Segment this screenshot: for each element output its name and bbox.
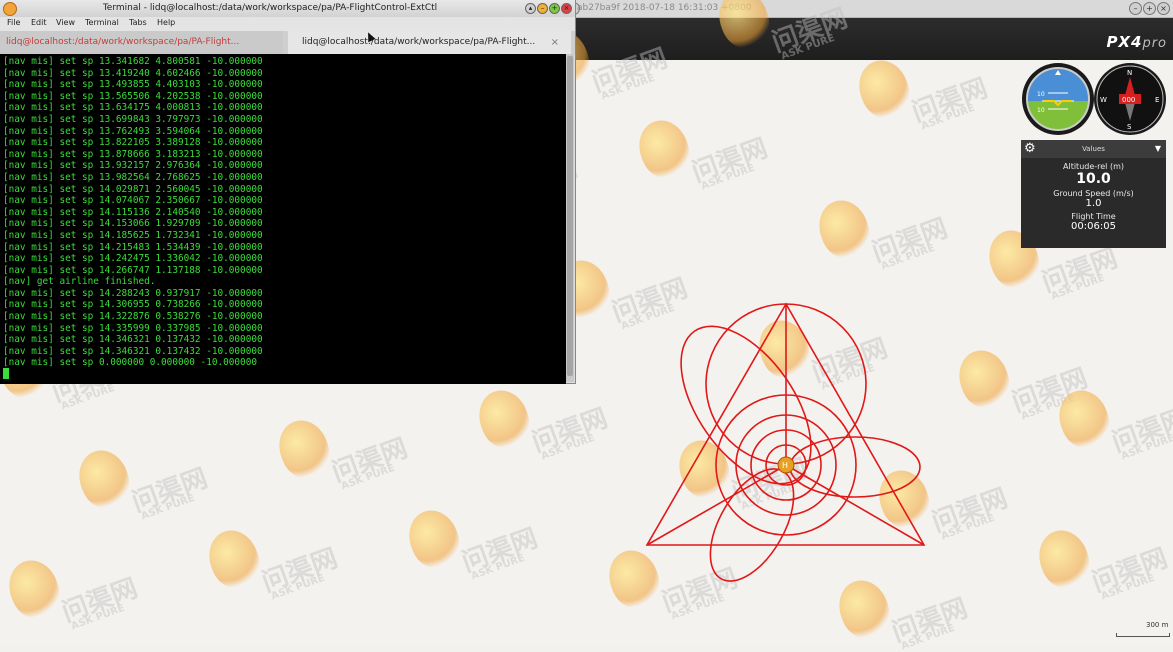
menu-terminal[interactable]: Terminal [85,18,119,27]
terminal-line: [nav mis] set sp 14.266747 1.137188 -10.… [3,264,263,276]
terminal-window-title: Terminal - lidq@localhost:/data/work/wor… [102,3,438,13]
terminal-line: [nav mis] set sp 14.153066 1.929709 -10.… [3,218,263,230]
terminal-menu-bar: File Edit View Terminal Tabs Help [0,17,575,31]
attitude-indicator: 10 10 [1022,63,1094,135]
gear-icon[interactable]: ⚙ [1024,141,1036,157]
terminal-line: [nav mis] set sp 14.242475 1.336042 -10.… [3,253,263,265]
altitude-value: 10.0 [1076,171,1111,187]
flight-time-value: 00:06:05 [1071,221,1116,232]
tab-close-icon[interactable]: × [551,31,559,54]
ground-speed-value: 1.0 [1085,198,1102,209]
compass-east: E [1155,96,1159,104]
terminal-line: [nav mis] set sp 13.932157 2.976364 -10.… [3,160,263,172]
pitch-label-top: 10 [1037,91,1045,98]
terminal-line: [nav mis] set sp 13.419240 4.602466 -10.… [3,67,263,79]
terminal-minimize-button[interactable]: – [537,3,548,14]
terminal-line: [nav mis] set sp 13.878666 3.183213 -10.… [3,148,263,160]
trajectory-loop-left [680,325,812,485]
trajectory-loop-right [789,436,921,498]
values-panel-title: Values [1082,145,1105,153]
terminal-tab-1-label: lidq@localhost:/data/work/workspace/pa/P… [6,37,240,47]
compass-heading: 000 [1122,96,1135,104]
terminal-line: [nav mis] set sp 13.341682 4.800581 -10.… [3,56,263,67]
terminal-line: [nav mis] set sp 13.699843 3.797973 -10.… [3,113,263,125]
compass: 000 N S W E [1094,63,1166,135]
menu-tabs[interactable]: Tabs [129,18,147,27]
terminal-output[interactable]: [nav mis] set sp 13.341682 4.800581 -10.… [0,54,566,384]
terminal-window[interactable]: Terminal - lidq@localhost:/data/work/wor… [0,0,576,384]
terminal-line: [nav mis] set sp 13.762493 3.594064 -10.… [3,125,263,137]
terminal-line: [nav mis] set sp 14.185625 1.732341 -10.… [3,229,263,241]
terminal-line: [nav mis] set sp 13.493855 4.403103 -10.… [3,79,263,91]
flight-time-label: Flight Time [1071,212,1116,221]
values-panel: ⚙ Values ▼ Altitude-rel (m) 10.0 Ground … [1021,140,1166,248]
terminal-line: [nav mis] set sp 13.634175 4.000813 -10.… [3,102,263,114]
terminal-line: [nav mis] set sp 14.322876 0.538276 -10.… [3,311,263,323]
terminal-tab-bar: lidq@localhost:/data/work/workspace/pa/P… [0,31,575,54]
terminal-line: [nav mis] set sp 14.346321 0.137432 -10.… [3,334,263,346]
altitude-label: Altitude-rel (m) [1063,162,1124,171]
terminal-scrollbar[interactable] [566,54,574,382]
terminal-tab-2-label: lidq@localhost:/data/work/workspace/pa/P… [302,37,536,47]
terminal-line: [nav mis] set sp 0.000000 0.000000 -10.0… [3,357,257,369]
terminal-line: [nav] get airline finished. [3,276,156,288]
compass-south: S [1127,123,1132,131]
menu-edit[interactable]: Edit [31,18,47,27]
terminal-line: [nav mis] set sp 14.215483 1.534439 -10.… [3,241,263,253]
values-panel-header[interactable]: ⚙ Values ▼ [1021,140,1166,158]
terminal-line: [nav mis] set sp 13.982564 2.768625 -10.… [3,171,263,183]
terminal-line: [nav mis] set sp 14.115136 2.140540 -10.… [3,206,263,218]
caret-down-icon[interactable]: ▼ [1155,140,1161,158]
pitch-label-bottom: 10 [1037,107,1045,114]
terminal-line: [nav mis] set sp 13.822105 3.389128 -10.… [3,137,263,149]
attitude-indicator-graphic: 10 10 [1026,67,1090,131]
terminal-line: [nav mis] set sp 14.029871 2.560045 -10.… [3,183,263,195]
map-scale-bar [1116,633,1170,637]
terminal-shade-button[interactable]: ▴ [525,3,536,14]
terminal-line: [nav mis] set sp 14.306955 0.738266 -10.… [3,299,263,311]
compass-north: N [1127,69,1132,77]
terminal-tab-1[interactable]: lidq@localhost:/data/work/workspace/pa/P… [0,31,283,54]
terminal-line: [nav mis] set sp 14.335999 0.337985 -10.… [3,322,263,334]
terminal-line: [nav mis] set sp 13.565506 4.202538 -10.… [3,90,263,102]
terminal-close-button[interactable]: × [561,3,572,14]
terminal-line: [nav mis] set sp 14.074067 2.350667 -10.… [3,195,263,207]
terminal-maximize-button[interactable]: + [549,3,560,14]
menu-file[interactable]: File [7,18,20,27]
terminal-scrollbar-thumb[interactable] [567,56,573,376]
ground-speed-label: Ground Speed (m/s) [1053,189,1134,198]
terminal-title-bar[interactable]: Terminal - lidq@localhost:/data/work/wor… [0,0,575,18]
terminal-tab-2[interactable]: lidq@localhost:/data/work/workspace/pa/P… [288,31,571,54]
menu-help[interactable]: Help [157,18,175,27]
menu-view[interactable]: View [56,18,75,27]
terminal-cursor [3,368,9,379]
terminal-line: [nav mis] set sp 14.346321 0.137432 -10.… [3,345,263,357]
vehicle-marker-label: H [782,461,788,470]
compass-west: W [1100,96,1107,104]
terminal-line: [nav mis] set sp 14.288243 0.937917 -10.… [3,287,263,299]
instrument-cluster: 10 10 000 N S W E [1022,63,1166,137]
compass-graphic: 000 N S W E [1096,65,1164,133]
map-scale-label: 300 m [1146,621,1169,629]
